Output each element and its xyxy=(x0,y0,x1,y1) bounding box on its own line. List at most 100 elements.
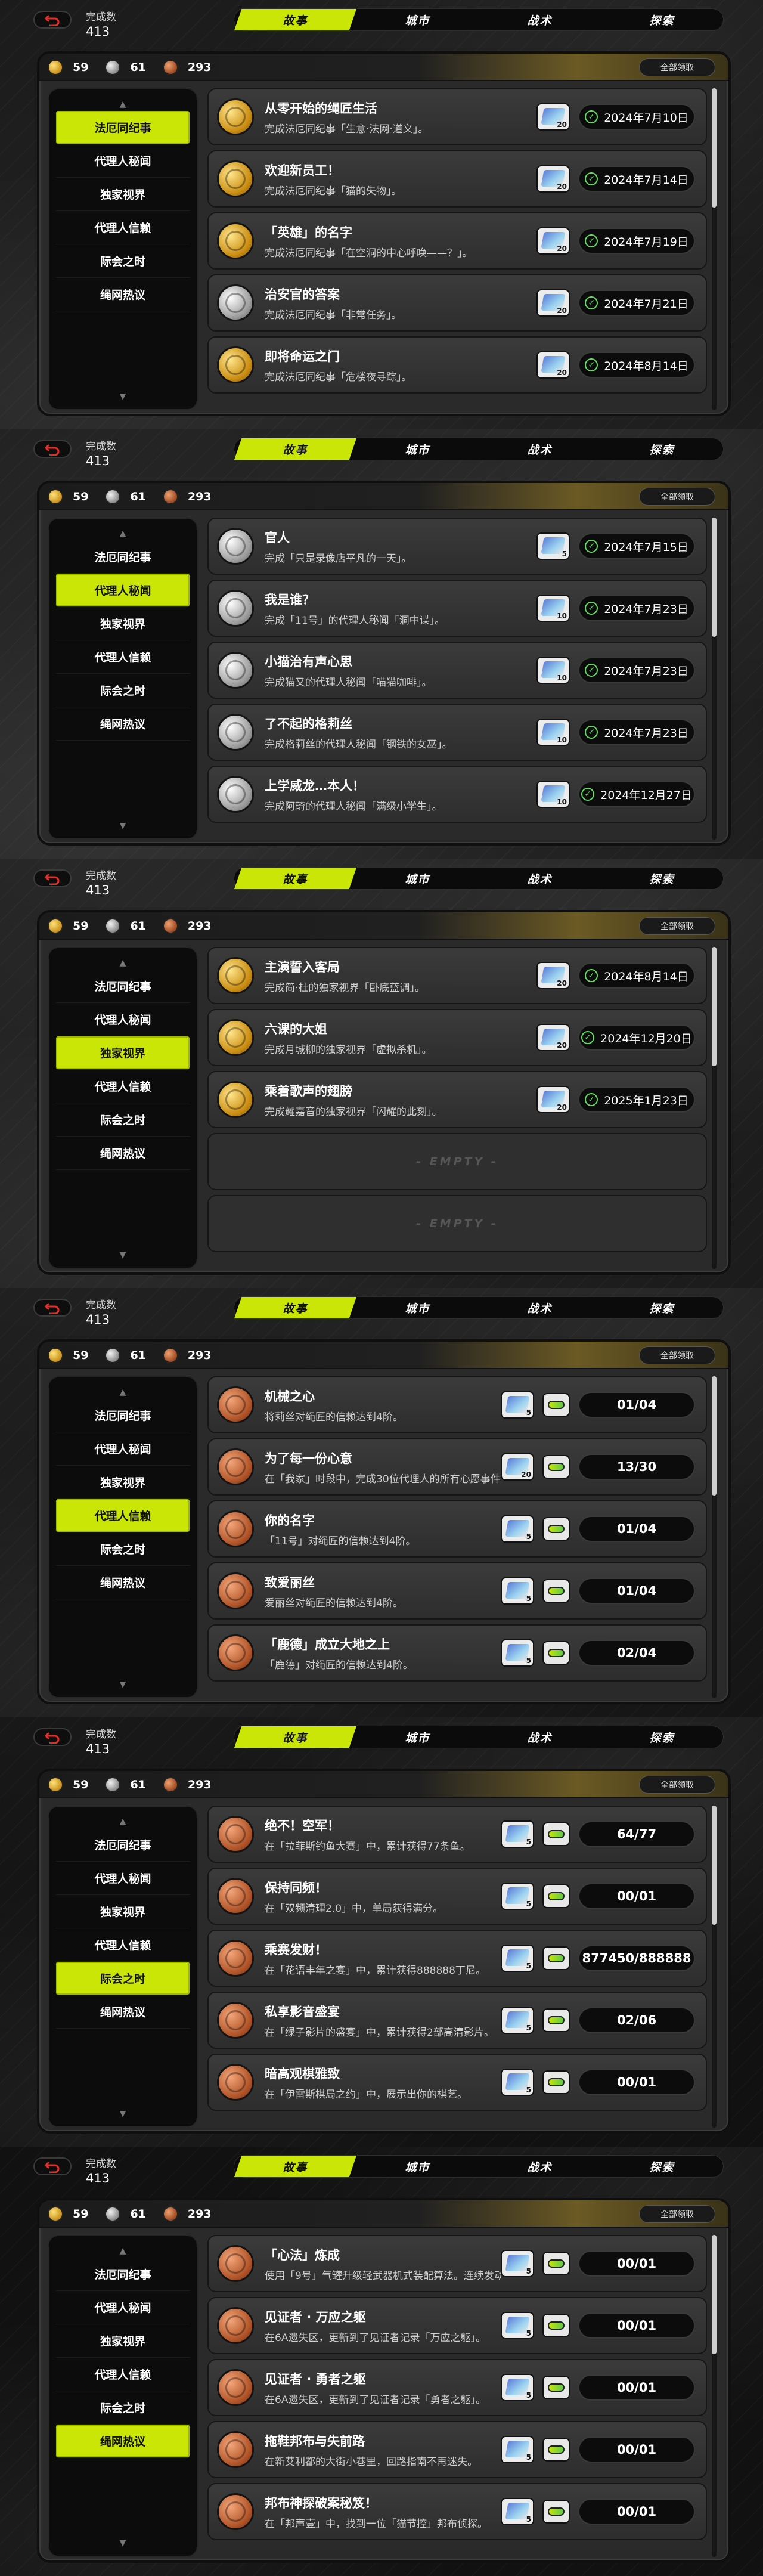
scroll-up-icon[interactable]: ▲ xyxy=(49,1815,197,1828)
sidebar-item-3[interactable]: 代理人信赖 xyxy=(56,1070,190,1103)
achievement-row[interactable]: 为了每一份心意 在「我家」时段中，完成30位代理人的所有心愿事件。 20 13/30 xyxy=(207,1438,707,1496)
sidebar-item-1[interactable]: 代理人秘闻 xyxy=(56,1432,190,1466)
scroll-down-icon[interactable]: ▼ xyxy=(49,1249,197,1262)
claim-all-button[interactable]: 全部领取 xyxy=(639,917,715,935)
tab-2[interactable]: 战术 xyxy=(479,1726,601,1748)
achievement-row[interactable]: 「心法」炼成使用「9号」气罐升级轻武器机式装配算法。连续发动11次。 5 00/01 xyxy=(207,2235,707,2292)
claim-all-button[interactable]: 全部领取 xyxy=(639,58,715,76)
achievement-row[interactable]: 了不起的格莉丝 完成格莉丝的代理人秘闻「钢铁的女巫」。 10 ✓ 2024年7月23日 xyxy=(207,704,707,761)
tab-0[interactable]: 故事 xyxy=(234,1726,356,1748)
tab-2[interactable]: 战术 xyxy=(479,2156,601,2177)
sidebar-item-1[interactable]: 代理人秘闻 xyxy=(56,1003,190,1036)
scroll-up-icon[interactable]: ▲ xyxy=(49,98,197,111)
achievement-row[interactable]: 从零开始的绳匠生活 完成法厄同纪事「生意·法网·道义」。 20 ✓ 2024年7月10日 xyxy=(207,88,707,145)
sidebar-item-2[interactable]: 独家视界 xyxy=(56,1466,190,1499)
sidebar-item-4[interactable]: 际会之时 xyxy=(56,674,190,707)
sidebar-item-5[interactable]: 绳网热议 xyxy=(56,2425,190,2458)
tab-0[interactable]: 故事 xyxy=(234,1297,356,1318)
achievement-row[interactable]: 欢迎新员工！ 完成法厄同纪事「猫的失物」。 20 ✓ 2024年7月14日 xyxy=(207,150,707,208)
tab-0[interactable]: 故事 xyxy=(234,868,356,889)
achievement-row[interactable]: 暗高观棋雅致 在「伊雷斯棋局之约」中，展示出你的棋艺。 5 00/01 xyxy=(207,2054,707,2111)
scroll-up-icon[interactable]: ▲ xyxy=(49,956,197,970)
back-button[interactable] xyxy=(33,1299,72,1317)
tab-2[interactable]: 战术 xyxy=(479,9,601,30)
sidebar-item-0[interactable]: 法厄同纪事 xyxy=(56,1399,190,1432)
sidebar-item-2[interactable]: 独家视界 xyxy=(56,607,190,640)
claim-all-button[interactable]: 全部领取 xyxy=(639,1776,715,1794)
sidebar-item-4[interactable]: 际会之时 xyxy=(56,244,190,278)
scroll-down-icon[interactable]: ▼ xyxy=(49,2537,197,2550)
sidebar-item-5[interactable]: 绳网热议 xyxy=(56,707,190,741)
sidebar-item-5[interactable]: 绳网热议 xyxy=(56,278,190,311)
scroll-down-icon[interactable]: ▼ xyxy=(49,390,197,403)
sidebar-item-0[interactable]: 法厄同纪事 xyxy=(56,111,190,144)
sidebar-item-4[interactable]: 际会之时 xyxy=(56,2391,190,2425)
scroll-down-icon[interactable]: ▼ xyxy=(49,819,197,832)
achievement-row[interactable]: 拖鞋邦布与失前路 在新艾利都的大街小巷里，回路指南不再迷失。 5 00/01 xyxy=(207,2421,707,2478)
sidebar-item-1[interactable]: 代理人秘闻 xyxy=(56,574,190,607)
list-scrollbar[interactable] xyxy=(712,88,717,410)
sidebar-item-2[interactable]: 独家视界 xyxy=(56,1895,190,1928)
scroll-thumb[interactable] xyxy=(712,947,717,1066)
achievement-row[interactable]: 私享影音盛宴 在「绿子影片的盛宴」中，累计获得2部高清影片。 5 02/06 xyxy=(207,1992,707,2049)
list-scrollbar[interactable] xyxy=(712,518,717,840)
tab-0[interactable]: 故事 xyxy=(234,9,356,30)
achievement-row[interactable]: 「英雄」的名字 完成法厄同纪事「在空洞的中心呼唤——？」。 20 ✓ 2024年7月19… xyxy=(207,212,707,270)
sidebar-item-5[interactable]: 绳网热议 xyxy=(56,1995,190,2029)
sidebar-item-3[interactable]: 代理人信赖 xyxy=(56,640,190,674)
sidebar-item-3[interactable]: 代理人信赖 xyxy=(56,1928,190,1962)
sidebar-item-3[interactable]: 代理人信赖 xyxy=(56,1499,190,1532)
tab-2[interactable]: 战术 xyxy=(479,1297,601,1318)
sidebar-item-2[interactable]: 独家视界 xyxy=(56,178,190,211)
scroll-down-icon[interactable]: ▼ xyxy=(49,2107,197,2120)
back-button[interactable] xyxy=(33,2157,72,2175)
tab-1[interactable]: 城市 xyxy=(356,438,479,460)
achievement-row[interactable]: 官人 完成「只是录像店平凡的一天」。 5 ✓ 2024年7月15日 xyxy=(207,518,707,575)
tab-1[interactable]: 城市 xyxy=(356,9,479,30)
back-button[interactable] xyxy=(33,869,72,887)
scroll-thumb[interactable] xyxy=(712,1376,717,1496)
sidebar-item-0[interactable]: 法厄同纪事 xyxy=(56,970,190,1003)
achievement-row[interactable]: 见证者 · 万应之躯 在6A遗失区，更新到了见证者记录「万应之躯」。 5 00/01 xyxy=(207,2297,707,2354)
list-scrollbar[interactable] xyxy=(712,1806,717,2128)
list-scrollbar[interactable] xyxy=(712,1376,717,1698)
achievement-row[interactable]: 你的名字 「11号」对绳匠的信赖达到4阶。 5 01/04 xyxy=(207,1500,707,1558)
sidebar-item-0[interactable]: 法厄同纪事 xyxy=(56,2258,190,2291)
achievement-row[interactable]: 我是谁？ 完成「11号」的代理人秘闻「洞中谍」。 10 ✓ 2024年7月23日 xyxy=(207,580,707,637)
tab-1[interactable]: 城市 xyxy=(356,1726,479,1748)
sidebar-item-1[interactable]: 代理人秘闻 xyxy=(56,144,190,178)
back-button[interactable] xyxy=(33,1728,72,1746)
achievement-row[interactable]: 乘赛发财！ 在「花语丰年之宴」中，累计获得888888丁尼。 5 877450/888… xyxy=(207,1930,707,1987)
tab-1[interactable]: 城市 xyxy=(356,2156,479,2177)
tab-3[interactable]: 探索 xyxy=(601,868,723,889)
achievement-row[interactable]: 上学威龙…本人！ 完成阿琦的代理人秘闻「满级小学生」。 10 ✓ 2024年12月27日 xyxy=(207,766,707,823)
scroll-up-icon[interactable]: ▲ xyxy=(49,1386,197,1399)
back-button[interactable] xyxy=(33,440,72,458)
sidebar-item-4[interactable]: 际会之时 xyxy=(56,1532,190,1566)
tab-3[interactable]: 探索 xyxy=(601,1726,723,1748)
back-button[interactable] xyxy=(33,11,72,29)
sidebar-item-4[interactable]: 际会之时 xyxy=(56,1103,190,1137)
claim-all-button[interactable]: 全部领取 xyxy=(639,488,715,506)
achievement-row[interactable]: 小猫治有声心思 完成猫又的代理人秘闻「喵猫咖啡」。 10 ✓ 2024年7月23日 xyxy=(207,642,707,699)
achievement-row[interactable]: 主演誓入客局 完成简·杜的独家视界「卧底蓝调」。 20 ✓ 2024年8月14日 xyxy=(207,947,707,1004)
tab-0[interactable]: 故事 xyxy=(234,438,356,460)
scroll-thumb[interactable] xyxy=(712,88,717,208)
tab-1[interactable]: 城市 xyxy=(356,868,479,889)
tab-1[interactable]: 城市 xyxy=(356,1297,479,1318)
sidebar-item-4[interactable]: 际会之时 xyxy=(56,1962,190,1995)
achievement-row[interactable]: 乘着歌声的翅膀 完成耀嘉音的独家视界「闪耀的此刻」。 20 ✓ 2025年1月23日 xyxy=(207,1071,707,1128)
scroll-thumb[interactable] xyxy=(712,518,717,637)
sidebar-item-3[interactable]: 代理人信赖 xyxy=(56,2358,190,2391)
sidebar-item-1[interactable]: 代理人秘闻 xyxy=(56,2291,190,2324)
achievement-row[interactable]: 机械之心 将莉丝对绳匠的信赖达到4阶。 5 01/04 xyxy=(207,1376,707,1433)
sidebar-item-5[interactable]: 绳网热议 xyxy=(56,1137,190,1170)
achievement-row[interactable]: 致爱丽丝 爱丽丝对绳匠的信赖达到4阶。 5 01/04 xyxy=(207,1562,707,1620)
sidebar-item-0[interactable]: 法厄同纪事 xyxy=(56,1828,190,1862)
tab-0[interactable]: 故事 xyxy=(234,2156,356,2177)
claim-all-button[interactable]: 全部领取 xyxy=(639,1346,715,1364)
tab-3[interactable]: 探索 xyxy=(601,438,723,460)
tab-3[interactable]: 探索 xyxy=(601,9,723,30)
tab-3[interactable]: 探索 xyxy=(601,1297,723,1318)
tab-2[interactable]: 战术 xyxy=(479,438,601,460)
